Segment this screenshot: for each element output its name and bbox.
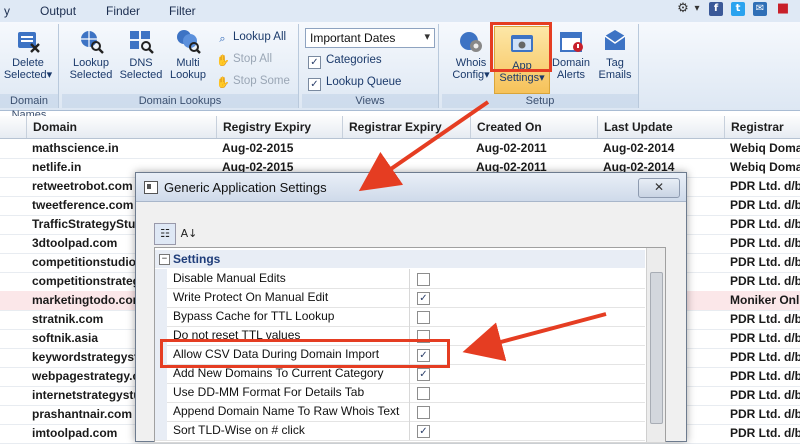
arrow-to-dialog <box>358 100 490 192</box>
arrow-to-csv-setting <box>462 312 607 362</box>
annotation-arrows <box>358 100 607 362</box>
